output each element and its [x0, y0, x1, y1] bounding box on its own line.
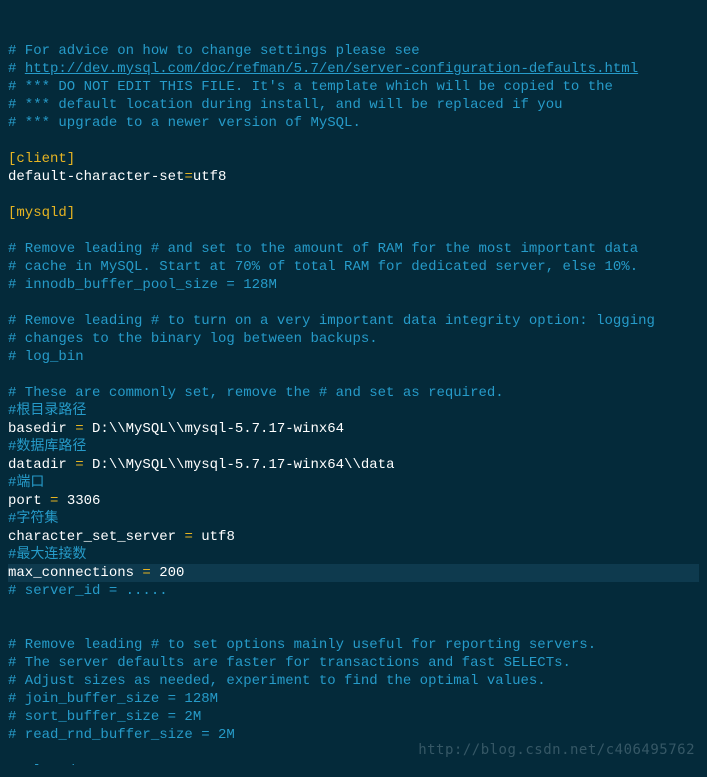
code-token: 3306 — [58, 493, 100, 509]
code-token: max_connections — [8, 565, 142, 581]
code-token: # Remove leading # to set options mainly… — [8, 637, 596, 653]
code-line[interactable]: # http://dev.mysql.com/doc/refman/5.7/en… — [8, 60, 699, 78]
code-line[interactable] — [8, 600, 699, 618]
code-token: = — [75, 421, 83, 437]
code-line[interactable]: # sort_buffer_size = 2M — [8, 708, 699, 726]
code-token: datadir — [8, 457, 75, 473]
code-token: #端口 — [8, 475, 44, 491]
code-token: # *** upgrade to a newer version of MySQ… — [8, 115, 361, 131]
code-token: utf8 — [193, 169, 227, 185]
code-line[interactable]: # Remove leading # to turn on a very imp… — [8, 312, 699, 330]
code-token: # *** DO NOT EDIT THIS FILE. It's a temp… — [8, 79, 613, 95]
code-line[interactable] — [8, 222, 699, 240]
code-line[interactable]: #端口 — [8, 474, 699, 492]
code-token: # For advice on how to change settings p… — [8, 43, 420, 59]
code-line[interactable]: #根目录路径 — [8, 402, 699, 420]
code-token: = — [75, 457, 83, 473]
code-token: default-character-set — [8, 169, 184, 185]
code-token: # read_rnd_buffer_size = 2M — [8, 727, 235, 743]
code-line[interactable]: [client] — [8, 150, 699, 168]
code-token: 200 — [151, 565, 185, 581]
code-line[interactable]: # Adjust sizes as needed, experiment to … — [8, 672, 699, 690]
code-line[interactable]: # log_bin — [8, 348, 699, 366]
code-token: # — [8, 61, 25, 77]
code-line[interactable]: # cache in MySQL. Start at 70% of total … — [8, 258, 699, 276]
code-token: # sort_buffer_size = 2M — [8, 709, 201, 725]
code-line[interactable]: max_connections = 200 — [8, 564, 699, 582]
code-token: character_set_server — [8, 529, 184, 545]
code-line[interactable] — [8, 618, 699, 636]
code-token: #最大连接数 — [8, 547, 86, 563]
code-line[interactable]: #最大连接数 — [8, 546, 699, 564]
code-token: # log_bin — [8, 349, 84, 365]
code-line[interactable]: # server_id = ..... — [8, 582, 699, 600]
code-line[interactable]: # These are commonly set, remove the # a… — [8, 384, 699, 402]
code-token: #sql_mode=NO_ENGINE_SUBSTITUTION,STRICT_… — [8, 763, 445, 765]
code-lines-container: # For advice on how to change settings p… — [8, 42, 699, 765]
code-token: http://dev.mysql.com/doc/refman/5.7/en/s… — [25, 61, 638, 77]
code-line[interactable]: basedir = D:\\MySQL\\mysql-5.7.17-winx64 — [8, 420, 699, 438]
code-line[interactable]: # read_rnd_buffer_size = 2M — [8, 726, 699, 744]
code-line[interactable]: character_set_server = utf8 — [8, 528, 699, 546]
code-line[interactable] — [8, 132, 699, 150]
code-line[interactable]: # join_buffer_size = 128M — [8, 690, 699, 708]
code-token: = — [184, 529, 192, 545]
code-token: # Remove leading # to turn on a very imp… — [8, 313, 655, 329]
code-token: [client] — [8, 151, 75, 167]
code-line[interactable]: # Remove leading # to set options mainly… — [8, 636, 699, 654]
code-token: # The server defaults are faster for tra… — [8, 655, 571, 671]
code-line[interactable]: # *** default location during install, a… — [8, 96, 699, 114]
code-line[interactable] — [8, 744, 699, 762]
code-line[interactable]: [mysqld] — [8, 204, 699, 222]
code-line[interactable]: # changes to the binary log between back… — [8, 330, 699, 348]
code-line[interactable]: # For advice on how to change settings p… — [8, 42, 699, 60]
code-token: #数据库路径 — [8, 439, 86, 455]
code-token: utf8 — [193, 529, 235, 545]
code-line[interactable]: # innodb_buffer_pool_size = 128M — [8, 276, 699, 294]
code-token: #字符集 — [8, 511, 58, 527]
code-token: = — [184, 169, 192, 185]
code-line[interactable]: # Remove leading # and set to the amount… — [8, 240, 699, 258]
code-line[interactable]: #数据库路径 — [8, 438, 699, 456]
code-line[interactable] — [8, 294, 699, 312]
code-token: # server_id = ..... — [8, 583, 168, 599]
code-token: D:\\MySQL\\mysql-5.7.17-winx64 — [84, 421, 344, 437]
code-line[interactable]: #字符集 — [8, 510, 699, 528]
code-token: #根目录路径 — [8, 403, 86, 419]
code-line[interactable] — [8, 186, 699, 204]
code-editor[interactable]: # For advice on how to change settings p… — [0, 0, 707, 765]
code-token: # Remove leading # and set to the amount… — [8, 241, 638, 257]
code-token: = — [142, 565, 150, 581]
code-token: # innodb_buffer_pool_size = 128M — [8, 277, 277, 293]
code-token: [mysqld] — [8, 205, 75, 221]
code-line[interactable]: default-character-set=utf8 — [8, 168, 699, 186]
code-line[interactable]: # *** upgrade to a newer version of MySQ… — [8, 114, 699, 132]
code-token: port — [8, 493, 50, 509]
code-token: # changes to the binary log between back… — [8, 331, 378, 347]
code-token: # Adjust sizes as needed, experiment to … — [8, 673, 546, 689]
code-token: D:\\MySQL\\mysql-5.7.17-winx64\\data — [84, 457, 395, 473]
code-line[interactable]: # *** DO NOT EDIT THIS FILE. It's a temp… — [8, 78, 699, 96]
code-token: # *** default location during install, a… — [8, 97, 563, 113]
code-line[interactable]: port = 3306 — [8, 492, 699, 510]
code-line[interactable]: #sql_mode=NO_ENGINE_SUBSTITUTION,STRICT_… — [8, 762, 699, 765]
code-line[interactable]: # The server defaults are faster for tra… — [8, 654, 699, 672]
code-token: basedir — [8, 421, 75, 437]
code-line[interactable]: datadir = D:\\MySQL\\mysql-5.7.17-winx64… — [8, 456, 699, 474]
code-token: # join_buffer_size = 128M — [8, 691, 218, 707]
code-token: # cache in MySQL. Start at 70% of total … — [8, 259, 638, 275]
code-token: # These are commonly set, remove the # a… — [8, 385, 504, 401]
code-line[interactable] — [8, 366, 699, 384]
